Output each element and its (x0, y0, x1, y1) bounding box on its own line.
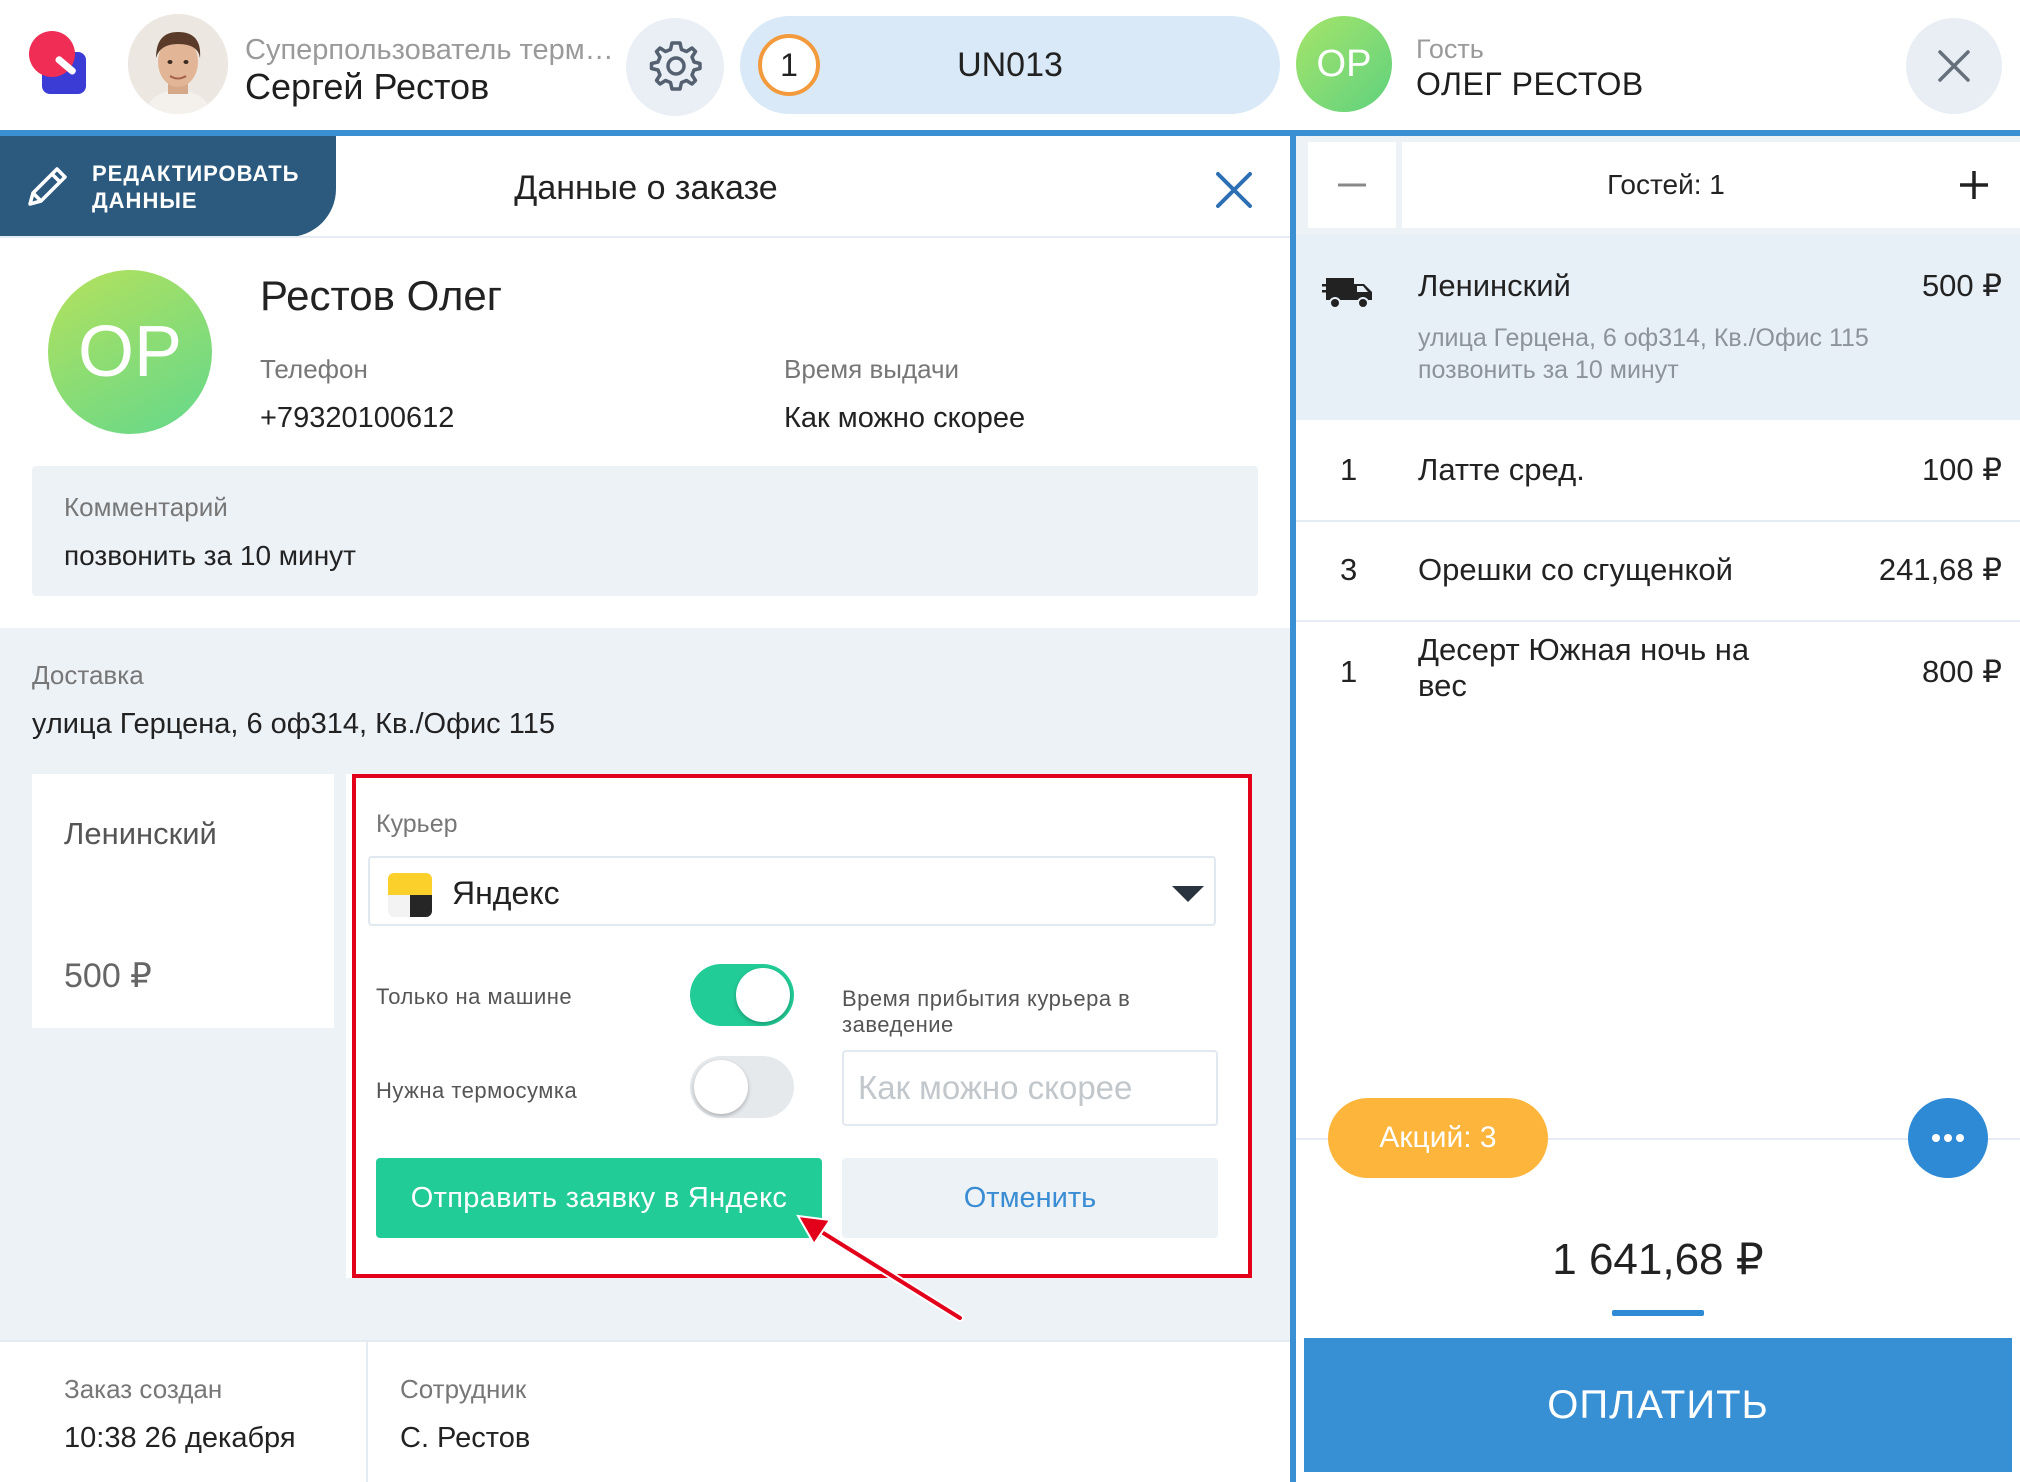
order-code: UN013 (957, 46, 1063, 84)
staff-label: Сотрудник (400, 1374, 527, 1404)
close-order-button[interactable] (1906, 18, 2002, 114)
cart-item-price: 800 ₽ (1921, 654, 2002, 689)
settings-gear-icon (649, 41, 702, 91)
cart-item-name: Латте сред. (1418, 452, 1585, 487)
order-total: 1 641,68 ₽ (1552, 1235, 1764, 1284)
user-avatar[interactable] (128, 14, 228, 114)
cart-item-qty: 3 (1340, 552, 1358, 587)
cart-delivery-title: Ленинский (1418, 268, 1571, 303)
guest-label: Гость (1416, 34, 1484, 64)
comment-box: Комментарий позвонить за 10 минут (32, 466, 1258, 596)
staff-value: С. Рестов (400, 1422, 531, 1454)
customer-avatar: OP (48, 270, 212, 434)
edit-data-button[interactable]: РЕДАКТИРОВАТЬ ДАННЫЕ (0, 136, 336, 237)
edit-data-label: РЕДАКТИРОВАТЬ ДАННЫЕ (92, 161, 300, 213)
cart-item[interactable]: 3 Орешки со сгущенкой 241,68 ₽ (1296, 522, 2020, 622)
delivery-section: Доставка улица Герцена, 6 оф314, Кв./Офи… (0, 628, 1290, 1340)
pointer-arrow-icon (796, 1214, 964, 1322)
cart-item-price: 100 ₽ (1921, 452, 2002, 487)
pickup-time-label: Время выдачи (784, 354, 960, 384)
more-dots-icon (1932, 1134, 1964, 1142)
courier-selected-value: Яндекс (452, 875, 560, 911)
user-name: Сергей Рестов (245, 66, 490, 107)
guest-count: Гостей: 1 (1402, 142, 1930, 228)
phone-value: +79320100612 (260, 402, 455, 434)
cart-delivery-comment: позвонить за 10 минут (1418, 356, 1679, 384)
cart-delivery-address: улица Герцена, 6 оф314, Кв./Офис 115 (1418, 324, 1869, 352)
delivery-zone-name: Ленинский (64, 816, 217, 851)
cart-item-price: 241,68 ₽ (1878, 552, 2002, 587)
arrival-time-label: Время прибытия курьера в заведение (842, 986, 1131, 1037)
close-icon[interactable] (1210, 166, 1258, 214)
cart-item[interactable]: 1 Латте сред. 100 ₽ (1296, 420, 2020, 522)
cart-delivery-price: 500 ₽ (1921, 268, 2002, 303)
plus-icon (1960, 171, 1988, 199)
delivery-label: Доставка (32, 660, 144, 690)
cart-item-qty: 1 (1340, 654, 1358, 689)
cart-item-qty: 1 (1340, 452, 1358, 487)
arrival-time-input[interactable]: Как можно скорее (842, 1050, 1218, 1126)
promotions-button[interactable]: Акций: 3 (1328, 1098, 1548, 1178)
phone-label: Телефон (260, 354, 368, 384)
more-options-button[interactable] (1908, 1098, 1988, 1178)
cart-delivery-details: улица Герцена, 6 оф314, Кв./Офис 115 поз… (1418, 322, 1978, 386)
courier-card: Курьер Яндекс Только на машине Нужна тер… (346, 774, 1250, 1278)
guest-avatar[interactable]: OP (1296, 16, 1392, 112)
guest-name[interactable]: ОЛЕГ РЕСТОВ (1416, 66, 1644, 103)
close-icon (1938, 50, 1970, 82)
order-created-value: 10:38 26 декабря (64, 1422, 296, 1454)
order-number-badge: 1 (758, 34, 820, 96)
toggle-knob (694, 1060, 748, 1114)
divider (0, 1340, 1290, 1342)
courier-label: Курьер (376, 810, 458, 838)
courier-select[interactable]: Яндекс (368, 856, 1216, 926)
settings-button[interactable] (626, 18, 724, 116)
delivery-zone-card: Ленинский 500 ₽ (32, 774, 334, 1028)
pay-button[interactable]: ОПЛАТИТЬ (1304, 1338, 2012, 1472)
cart-delivery-row[interactable]: Ленинский 500 ₽ улица Герцена, 6 оф314, … (1296, 234, 2020, 420)
user-role: Суперпользователь термин... (245, 34, 625, 66)
truck-icon (1322, 278, 1372, 309)
cart-item-name: Десерт Южная ночь на вес (1418, 632, 1750, 703)
order-selector[interactable]: UN013 1 (740, 16, 1280, 114)
cart-item-name: Орешки со сгущенкой (1418, 552, 1733, 587)
delivery-zone-price: 500 ₽ (64, 957, 152, 995)
guest-increment-button[interactable] (1928, 142, 2020, 228)
car-only-toggle[interactable] (690, 964, 794, 1026)
send-yandex-request-button[interactable]: Отправить заявку в Яндекс (376, 1158, 822, 1238)
pencil-icon (28, 167, 67, 206)
app-logo-icon (29, 31, 86, 94)
comment-value: позвонить за 10 минут (64, 540, 356, 571)
divider (366, 1342, 368, 1482)
yandex-logo-icon (388, 873, 432, 917)
car-only-label: Только на машине (376, 984, 573, 1009)
toggle-knob (736, 968, 790, 1022)
thermo-bag-toggle[interactable] (690, 1056, 794, 1118)
minus-icon (1338, 183, 1366, 187)
pickup-time-value: Как можно скорее (784, 402, 1026, 434)
chevron-down-icon (1172, 886, 1204, 902)
order-created-label: Заказ создан (64, 1374, 223, 1404)
top-bar: Суперпользователь термин... Сергей Ресто… (0, 0, 2020, 132)
divider (0, 236, 1290, 238)
guest-decrement-button[interactable] (1308, 142, 1396, 228)
customer-name: Рестов Олег (260, 272, 503, 319)
guest-counter: Гостей: 1 (1296, 136, 2020, 234)
cart-item[interactable]: 1 Десерт Южная ночь на вес 800 ₽ (1296, 622, 2020, 730)
total-underline (1612, 1310, 1704, 1316)
thermo-bag-label: Нужна термосумка (376, 1078, 578, 1103)
panel-title: Данные о заказе (514, 169, 778, 207)
comment-label: Комментарий (64, 492, 228, 522)
delivery-address: улица Герцена, 6 оф314, Кв./Офис 115 (32, 708, 555, 740)
